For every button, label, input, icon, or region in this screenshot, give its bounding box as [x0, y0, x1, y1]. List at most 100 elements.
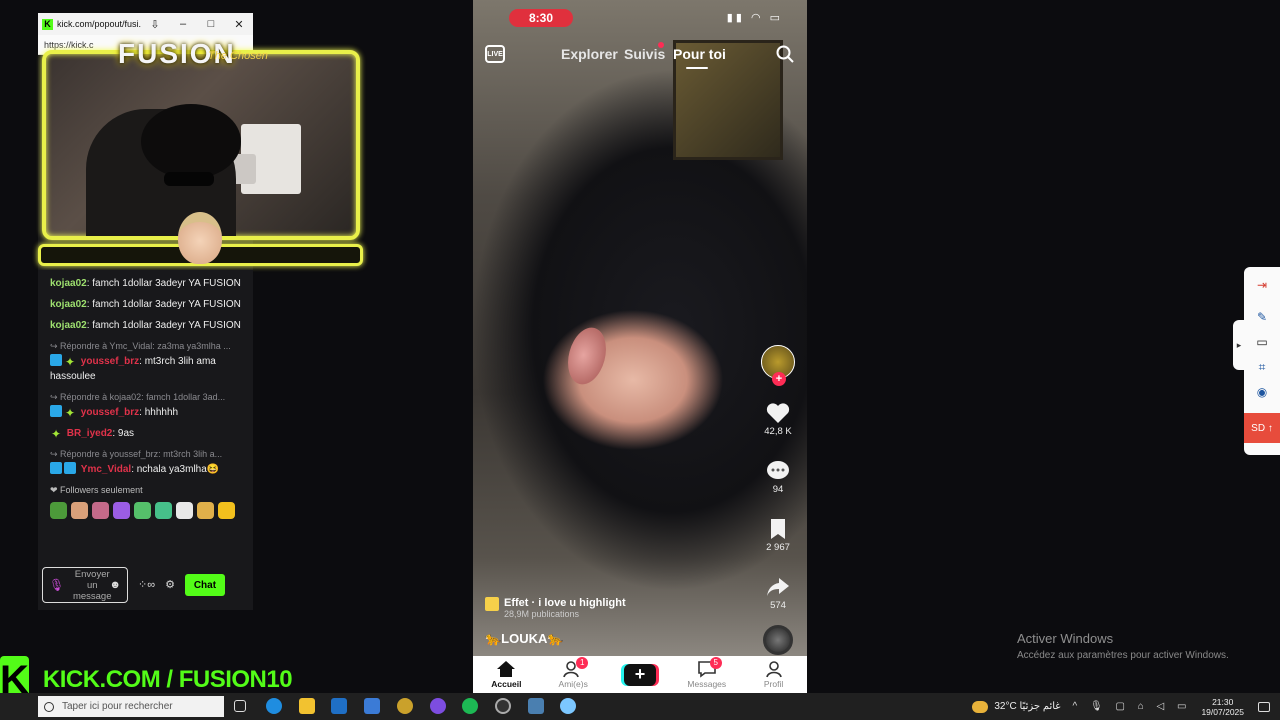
- reply-context[interactable]: ↪ Répondre à youssef_brz: mt3rch 3lih a.…: [50, 447, 245, 462]
- emote-icon[interactable]: [218, 502, 235, 519]
- like-action[interactable]: 42,8 K: [764, 401, 792, 437]
- status-time: 8:30: [509, 9, 573, 27]
- creator-avatar[interactable]: +: [761, 345, 795, 386]
- tiktok-bottom-nav: Accueil 1 Ami(e)s + 5 Messages Profil: [473, 656, 807, 693]
- outlook-icon[interactable]: [331, 698, 347, 714]
- nav-amis[interactable]: 1 Ami(e)s: [543, 657, 603, 689]
- comment-action[interactable]: 94: [765, 459, 791, 495]
- tray-icons[interactable]: ^ 🎙 ▢ ⌂ ◁ ▭: [1073, 701, 1192, 712]
- nav-messages[interactable]: 5 Messages: [677, 657, 737, 689]
- weather-text[interactable]: 32°C غائم جزئيًا: [994, 701, 1060, 712]
- frame-icon[interactable]: ▭: [1255, 335, 1269, 349]
- comment-icon[interactable]: [765, 459, 791, 483]
- maximize-button[interactable]: □: [197, 18, 225, 30]
- emote-icon[interactable]: [155, 502, 172, 519]
- effect-info[interactable]: Effet · i love u highlight 28,9M publica…: [485, 597, 626, 619]
- reply-context[interactable]: ↪ Répondre à Ymc_Vidal: za3ma ya3mlha ..…: [50, 339, 245, 354]
- emote-icon[interactable]: [134, 502, 151, 519]
- spotify-icon[interactable]: [462, 698, 478, 714]
- emote-icon[interactable]: [113, 502, 130, 519]
- pen-icon[interactable]: ✎: [1255, 310, 1269, 324]
- chat-username[interactable]: kojaa02: [50, 299, 87, 310]
- save-action[interactable]: 2 967: [765, 517, 791, 553]
- reply-text: Répondre à youssef_brz: mt3rch 3lih a...: [60, 449, 223, 459]
- taskbar-clock[interactable]: 21:30 19/07/2025: [1201, 697, 1244, 717]
- exit-icon[interactable]: ⇥: [1255, 278, 1269, 292]
- effect-icon: [485, 597, 499, 611]
- sd-quality-button[interactable]: SD ↑: [1244, 413, 1280, 443]
- bookmark-icon[interactable]: [765, 517, 791, 541]
- phone-screen: 8:30 ▮▮ ◠ ▭ LIVE Explorer Suivis Pour to…: [473, 0, 807, 693]
- messenger-icon[interactable]: [430, 698, 446, 714]
- task-view-icon[interactable]: [234, 700, 246, 712]
- chat-username[interactable]: BR_iyed2: [67, 428, 113, 439]
- nav-label: Accueil: [491, 679, 522, 689]
- calculator-icon[interactable]: [528, 698, 544, 714]
- music-disc-icon[interactable]: [763, 625, 793, 655]
- emote-icon[interactable]: [176, 502, 193, 519]
- share-action[interactable]: 574: [765, 575, 791, 611]
- app-icon[interactable]: [397, 698, 413, 714]
- followers-only-notice: ❤ Followers seulement: [50, 485, 143, 495]
- nav-accueil[interactable]: Accueil: [476, 660, 536, 689]
- kick-channel-text: KICK.COM / FUSION10: [42, 666, 293, 693]
- emote-icon[interactable]: [71, 502, 88, 519]
- heart-icon[interactable]: [765, 401, 791, 425]
- record-icon[interactable]: ◉: [1255, 385, 1269, 399]
- video-author[interactable]: 🐆LOUKA🐆: [485, 631, 564, 647]
- avatar-mascot: [178, 212, 222, 264]
- edge-browser-icon[interactable]: [266, 698, 282, 714]
- emote-icon[interactable]: [50, 502, 67, 519]
- chat-username[interactable]: kojaa02: [50, 278, 87, 289]
- clock-date: 19/07/2025: [1201, 706, 1244, 717]
- search-icon[interactable]: [775, 44, 795, 64]
- reply-context[interactable]: ↪ Répondre à kojaa02: famch 1dollar 3ad.…: [50, 390, 245, 405]
- notifications-icon[interactable]: [1258, 701, 1270, 712]
- tab-pour-toi[interactable]: Pour toi: [673, 46, 726, 62]
- emote-icon[interactable]: [92, 502, 109, 519]
- friends-badge: 1: [576, 657, 589, 669]
- window-titlebar: K kick.com/popout/fusi... ⇩ – □ ✕: [38, 13, 253, 35]
- activate-title: Activer Windows: [1017, 631, 1114, 646]
- chat-send-button[interactable]: Chat: [184, 574, 225, 596]
- chat-message: kojaa02: famch 1dollar 3adeyr YA FUSION: [50, 297, 245, 312]
- chat-message-input[interactable]: 🎙 Envoyer un message ☻: [42, 567, 128, 603]
- tab-explorer[interactable]: Explorer: [561, 46, 618, 62]
- follow-plus-icon[interactable]: +: [772, 372, 786, 386]
- minimize-button[interactable]: –: [169, 18, 197, 30]
- nav-profil[interactable]: Profil: [744, 660, 804, 689]
- store-icon[interactable]: [364, 698, 380, 714]
- activate-subtitle: Accédez aux paramètres pour activer Wind…: [1017, 650, 1229, 661]
- share-arrow-icon[interactable]: [765, 575, 791, 599]
- messages-badge: 5: [709, 657, 722, 669]
- taskbar-search-input[interactable]: Taper ici pour rechercher: [38, 696, 224, 717]
- crop-icon[interactable]: ⌗: [1255, 360, 1269, 374]
- video-actions: + 42,8 K 94 2 967 574: [755, 345, 801, 655]
- emote-menu-icon[interactable]: ⁘∞: [138, 578, 155, 593]
- close-button[interactable]: ✕: [225, 18, 253, 31]
- chat-username[interactable]: kojaa02: [50, 320, 87, 331]
- live-icon[interactable]: LIVE: [485, 45, 505, 63]
- search-icon: [44, 701, 54, 712]
- emote-icon[interactable]: [197, 502, 214, 519]
- chat-username[interactable]: youssef_brz: [81, 356, 139, 367]
- chat-input-placeholder: Envoyer un message: [72, 568, 112, 602]
- app-icon[interactable]: [560, 698, 576, 714]
- nav-create[interactable]: +: [610, 663, 670, 686]
- settings-gear-icon[interactable]: ⚙: [165, 578, 175, 593]
- floating-side-toolbar: ⇥ ✎ ▭ ⌗ ◉ SD ↑: [1244, 267, 1280, 455]
- weather-icon[interactable]: [972, 700, 989, 713]
- file-explorer-icon[interactable]: [299, 698, 315, 714]
- chat-username[interactable]: youssef_brz: [81, 407, 139, 418]
- search-placeholder: Taper ici pour rechercher: [62, 701, 173, 712]
- emoji-picker-icon[interactable]: ☻: [109, 578, 121, 593]
- reply-text: Répondre à Ymc_Vidal: za3ma ya3mlha ...: [60, 341, 231, 351]
- chat-username[interactable]: Ymc_Vidal: [81, 464, 131, 475]
- obs-icon[interactable]: [495, 698, 511, 714]
- download-icon[interactable]: ⇩: [141, 18, 169, 31]
- microphone-icon[interactable]: 🎙: [49, 578, 64, 593]
- like-count: 42,8 K: [764, 426, 792, 437]
- tab-suivis[interactable]: Suivis: [624, 46, 665, 62]
- stream-overlay: FUSION The Chosen: [38, 38, 363, 270]
- create-plus-icon[interactable]: +: [623, 663, 656, 686]
